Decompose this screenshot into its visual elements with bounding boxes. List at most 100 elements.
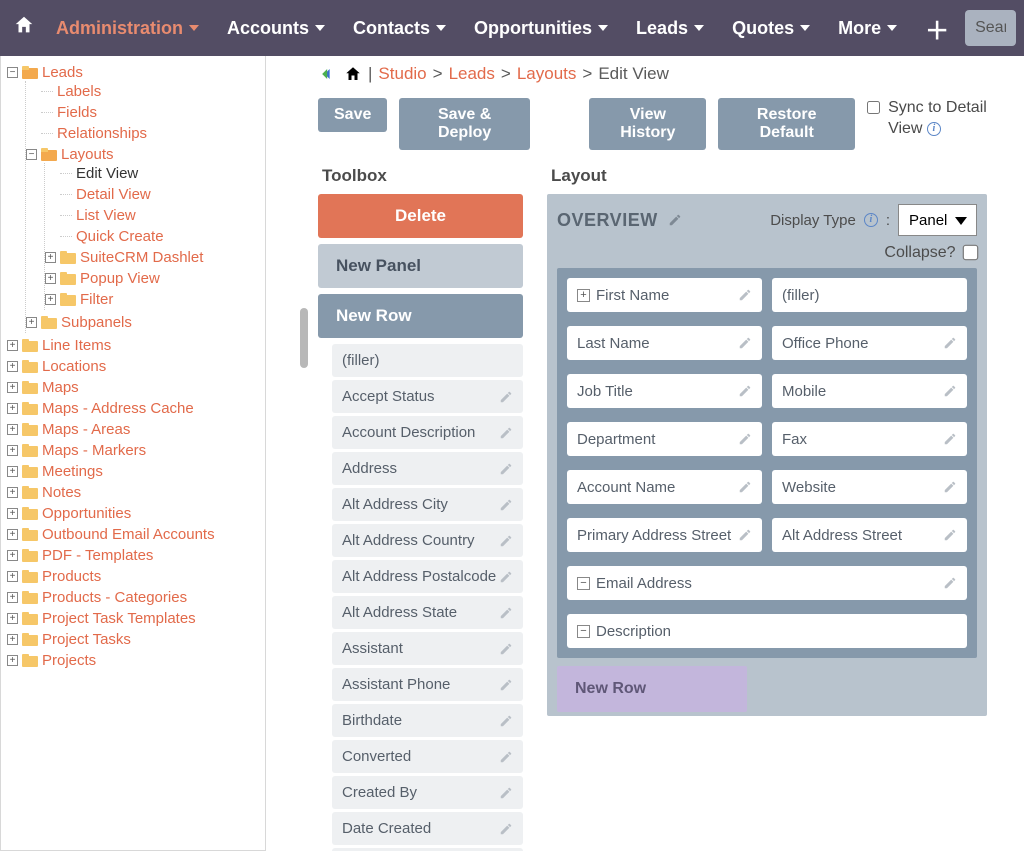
pencil-icon[interactable] [499, 462, 513, 476]
tree-item[interactable]: Fields [26, 104, 261, 121]
pencil-icon[interactable] [668, 213, 682, 227]
tree-item[interactable]: Detail View [45, 186, 261, 203]
toolbox-field[interactable]: (filler) [332, 344, 523, 377]
toolbox-field[interactable]: Alt Address Postalcode [332, 560, 523, 593]
search-input[interactable] [965, 10, 1016, 46]
toolbox-field[interactable]: Accept Status [332, 380, 523, 413]
nav-accounts[interactable]: Accounts [215, 18, 337, 39]
tree-item[interactable]: +Subpanels [26, 314, 261, 331]
expand-icon[interactable]: + [26, 317, 37, 328]
tree-item[interactable]: Quick Create [45, 228, 261, 245]
expand-icon[interactable]: + [7, 445, 18, 456]
expand-icon[interactable]: + [7, 655, 18, 666]
layout-cell[interactable]: Job Title [567, 374, 762, 408]
expand-icon[interactable]: + [45, 273, 56, 284]
bc-studio[interactable]: Studio [378, 64, 426, 84]
layout-cell[interactable]: Account Name [567, 470, 762, 504]
pencil-icon[interactable] [943, 528, 957, 542]
nav-more[interactable]: More [826, 18, 909, 39]
display-type-select[interactable]: Panel [898, 204, 977, 236]
home-icon[interactable] [344, 65, 362, 83]
view-history-button[interactable]: View History [589, 98, 706, 150]
tree-item[interactable]: +PDF - Templates [7, 547, 261, 564]
tree-item[interactable]: +Projects [7, 652, 261, 669]
toolbox-field[interactable]: Address [332, 452, 523, 485]
save-deploy-button[interactable]: Save & Deploy [399, 98, 530, 150]
layout-cell[interactable]: −Description [567, 614, 967, 648]
expand-icon[interactable]: + [7, 382, 18, 393]
collapse-icon[interactable]: − [26, 149, 37, 160]
pencil-icon[interactable] [738, 480, 752, 494]
toolbox-field[interactable]: Alt Address City [332, 488, 523, 521]
pencil-icon[interactable] [499, 714, 513, 728]
toolbox-field[interactable]: Alt Address Country [332, 524, 523, 557]
pencil-icon[interactable] [499, 678, 513, 692]
pencil-icon[interactable] [738, 288, 752, 302]
expand-icon[interactable]: + [7, 340, 18, 351]
new-row-button[interactable]: New Row [318, 294, 523, 338]
pencil-icon[interactable] [943, 336, 957, 350]
tree-item[interactable]: +Line Items [7, 337, 261, 354]
expand-icon[interactable]: + [7, 508, 18, 519]
toolbox-field[interactable]: Assistant [332, 632, 523, 665]
new-row-slot[interactable]: New Row [557, 666, 747, 712]
tree-item[interactable]: Relationships [26, 125, 261, 142]
pencil-icon[interactable] [738, 336, 752, 350]
home-icon[interactable] [8, 14, 40, 42]
collapse-icon[interactable]: − [577, 577, 590, 590]
layout-cell[interactable]: Mobile [772, 374, 967, 408]
layout-cell[interactable]: Website [772, 470, 967, 504]
pencil-icon[interactable] [499, 642, 513, 656]
pencil-icon[interactable] [499, 750, 513, 764]
layout-cell[interactable]: Office Phone [772, 326, 967, 360]
layout-cell[interactable]: Last Name [567, 326, 762, 360]
layout-cell[interactable]: −Email Address [567, 566, 967, 600]
pencil-icon[interactable] [499, 498, 513, 512]
expand-icon[interactable]: + [7, 466, 18, 477]
pencil-icon[interactable] [499, 534, 513, 548]
collapse-icon[interactable]: − [577, 625, 590, 638]
expand-icon[interactable]: + [7, 613, 18, 624]
expand-icon[interactable]: + [45, 294, 56, 305]
nav-opportunities[interactable]: Opportunities [462, 18, 620, 39]
tree-item[interactable]: +Project Task Templates [7, 610, 261, 627]
tree-item[interactable]: +Popup View [45, 270, 261, 287]
tree-item[interactable]: +Notes [7, 484, 261, 501]
toolbox-field[interactable]: Converted [332, 740, 523, 773]
nav-quotes[interactable]: Quotes [720, 18, 822, 39]
tree-item[interactable]: +Locations [7, 358, 261, 375]
nav-leads[interactable]: Leads [624, 18, 716, 39]
layout-cell[interactable]: Fax [772, 422, 967, 456]
tree-item[interactable]: List View [45, 207, 261, 224]
expand-icon[interactable]: + [7, 424, 18, 435]
layout-cell[interactable]: +First Name [567, 278, 762, 312]
nav-administration[interactable]: Administration [44, 18, 211, 39]
info-icon[interactable]: i [864, 213, 878, 227]
collapse-icon[interactable]: − [7, 67, 18, 78]
toolbox-field[interactable]: Alt Address State [332, 596, 523, 629]
expand-icon[interactable]: + [7, 592, 18, 603]
pencil-icon[interactable] [499, 426, 513, 440]
pencil-icon[interactable] [943, 384, 957, 398]
pencil-icon[interactable] [738, 528, 752, 542]
tree-item[interactable]: +Maps - Areas [7, 421, 261, 438]
pencil-icon[interactable] [738, 432, 752, 446]
pencil-icon[interactable] [943, 432, 957, 446]
layout-cell[interactable]: Primary Address Street [567, 518, 762, 552]
tree-item[interactable]: Edit View [45, 165, 261, 182]
save-button[interactable]: Save [318, 98, 387, 132]
toolbox-field[interactable]: Account Description [332, 416, 523, 449]
toolbox-field[interactable]: Birthdate [332, 704, 523, 737]
bc-layouts[interactable]: Layouts [517, 64, 577, 84]
nav-contacts[interactable]: Contacts [341, 18, 458, 39]
tree-item[interactable]: +Project Tasks [7, 631, 261, 648]
restore-default-button[interactable]: Restore Default [718, 98, 855, 150]
expand-icon[interactable]: + [7, 487, 18, 498]
expand-icon[interactable]: + [45, 252, 56, 263]
tree-item[interactable]: +SuiteCRM Dashlet [45, 249, 261, 266]
toolbox-field[interactable]: Created By [332, 776, 523, 809]
tree-item[interactable]: +Filter [45, 291, 261, 308]
info-icon[interactable]: i [927, 122, 941, 136]
tree-item[interactable]: +Maps - Address Cache [7, 400, 261, 417]
tree-item[interactable]: +Opportunities [7, 505, 261, 522]
